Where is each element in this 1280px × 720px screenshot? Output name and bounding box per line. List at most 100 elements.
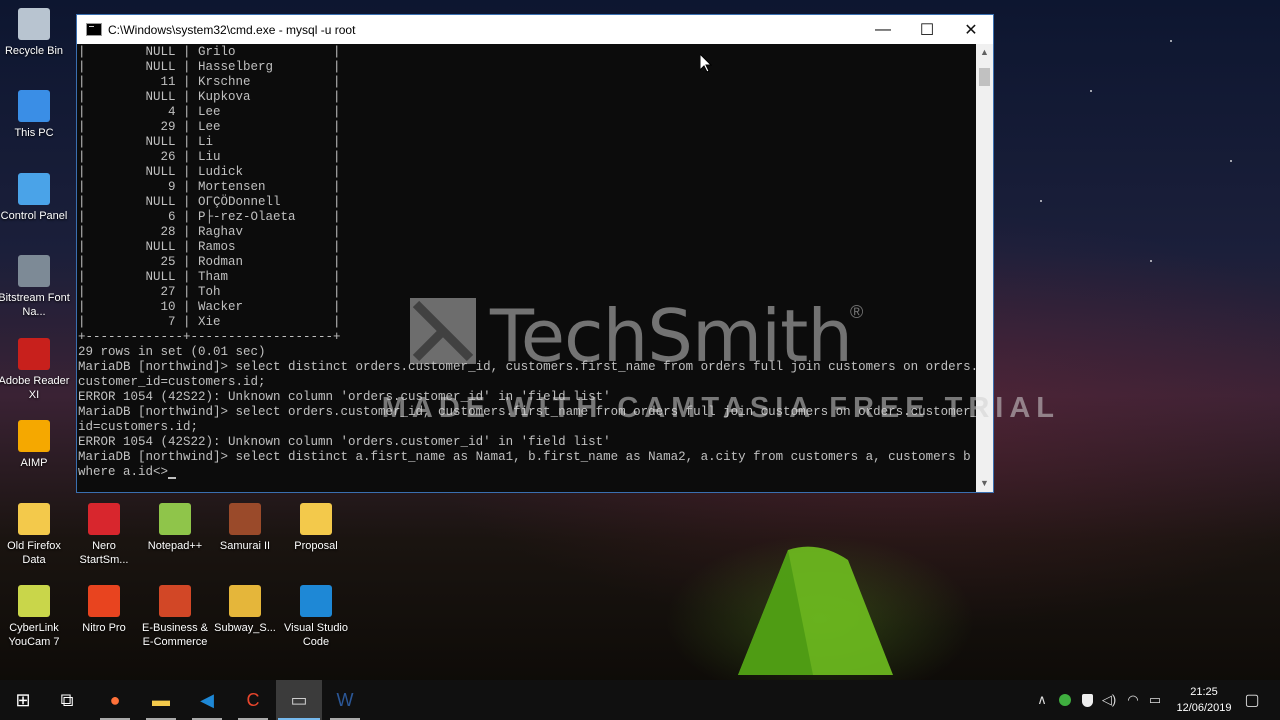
tray-wifi-icon[interactable]: ◠	[1124, 680, 1142, 720]
maximize-button[interactable]: ☐	[905, 15, 949, 44]
tray-battery-icon[interactable]: ▭	[1146, 680, 1164, 720]
desktop-icon-samurai-game[interactable]: Samurai II	[209, 503, 281, 553]
desktop-icon-font-navigator[interactable]: Bitstream Font Na...	[0, 255, 70, 319]
subway-surfers-icon	[229, 585, 261, 617]
file-explorer-icon[interactable]: ▬	[138, 680, 184, 720]
console-line: | 29 | Lee |	[78, 120, 341, 134]
action-center-icon[interactable]: ▢	[1240, 680, 1264, 720]
clock-date: 12/06/2019	[1176, 702, 1232, 714]
console-line: | 25 | Rodman |	[78, 255, 341, 269]
console-line: MariaDB [northwind]> select distinct a.f…	[78, 450, 971, 464]
console-line: | 4 | Lee |	[78, 105, 341, 119]
task-view-button[interactable]: ⧉	[44, 680, 90, 720]
desktop-icon-recycle-bin[interactable]: Recycle Bin	[0, 8, 70, 58]
folder-icon	[300, 503, 332, 535]
desktop-icon-aimp[interactable]: AIMP	[0, 420, 70, 470]
desktop-icon-label: Nero StartSm...	[79, 540, 129, 566]
word-icon[interactable]: W	[322, 680, 368, 720]
desktop-icon-label: Recycle Bin	[4, 45, 64, 57]
recycle-bin-icon	[18, 8, 50, 40]
powerpoint-file-icon	[159, 585, 191, 617]
desktop-icon-youcam[interactable]: CyberLink YouCam 7	[0, 585, 70, 649]
console-line: where a.id<>	[78, 465, 976, 480]
desktop-icon-control-panel[interactable]: Control Panel	[0, 173, 70, 223]
desktop-icon-label: CyberLink YouCam 7	[8, 622, 60, 648]
console-output[interactable]: | NULL | Grilo | | NULL | Hasselberg | | 1…	[77, 44, 976, 492]
desktop-icon-computer[interactable]: This PC	[0, 90, 70, 140]
tray-network-icon[interactable]	[1056, 680, 1074, 720]
camtasia-icon[interactable]: C	[230, 680, 276, 720]
close-button[interactable]: ✕	[949, 15, 993, 44]
nitro-pro-icon	[88, 585, 120, 617]
desktop-icon-label: Notepad++	[147, 540, 203, 552]
desktop-icon-folder[interactable]: Old Firefox Data	[0, 503, 70, 567]
console-line: | NULL | Li |	[78, 135, 341, 149]
vertical-scrollbar[interactable]: ▲ ▼	[976, 44, 993, 492]
console-line: ERROR 1054 (42S22): Unknown column 'orde…	[78, 390, 611, 404]
tray-chevron-icon[interactable]: ∧	[1034, 680, 1050, 720]
desktop-icon-nero[interactable]: Nero StartSm...	[68, 503, 140, 567]
console-line: | NULL | Tham |	[78, 270, 341, 284]
start-button[interactable]: ⊞	[0, 680, 46, 720]
console-line: customer_id=customers.id;	[78, 375, 266, 389]
console-line: MariaDB [northwind]> select distinct ord…	[78, 360, 976, 374]
desktop-icon-label: This PC	[14, 127, 54, 139]
tray-defender-icon[interactable]	[1078, 680, 1096, 720]
notepad-plus-plus-icon	[159, 503, 191, 535]
cmd-icon	[86, 23, 102, 36]
console-line: | NULL | Grilo |	[78, 45, 341, 59]
adobe-reader-icon	[18, 338, 50, 370]
desktop-icon-adobe-reader[interactable]: Adobe Reader XI	[0, 338, 70, 402]
console-line: | 11 | Krschne |	[78, 75, 341, 89]
desktop-icon-subway-surfers[interactable]: Subway_S...	[209, 585, 281, 635]
minimize-button[interactable]: —	[861, 15, 905, 44]
folder-icon	[18, 503, 50, 535]
desktop-icon-label: Subway_S...	[214, 622, 276, 634]
console-line: | 9 | Mortensen |	[78, 180, 341, 194]
nero-icon	[88, 503, 120, 535]
console-line: 29 rows in set (0.01 sec)	[78, 345, 266, 359]
computer-icon	[18, 90, 50, 122]
tray-volume-icon[interactable]: ◁)	[1100, 680, 1118, 720]
desktop-icon-label: Samurai II	[219, 540, 271, 552]
desktop-icon-label: Visual Studio Code	[283, 622, 348, 648]
scroll-down-arrow-icon[interactable]: ▼	[976, 475, 993, 492]
control-panel-icon	[18, 173, 50, 205]
window-titlebar[interactable]: C:\Windows\system32\cmd.exe - mysql -u r…	[77, 15, 993, 44]
aimp-icon	[18, 420, 50, 452]
scroll-up-arrow-icon[interactable]: ▲	[976, 44, 993, 61]
desktop-icon-nitro-pro[interactable]: Nitro Pro	[68, 585, 140, 635]
console-window[interactable]: C:\Windows\system32\cmd.exe - mysql -u r…	[76, 14, 994, 493]
console-line: +-------------+-------------------+	[78, 330, 341, 344]
mouse-pointer-icon	[699, 52, 713, 78]
scrollbar-thumb[interactable]	[979, 68, 990, 86]
console-line: | NULL | Hasselberg |	[78, 60, 341, 74]
firefox-icon[interactable]: ●	[92, 680, 138, 720]
console-line: | NULL | OΓÇÖDonnell |	[78, 195, 341, 209]
desktop-icon-label: Control Panel	[0, 210, 68, 222]
desktop-icon-label: Bitstream Font Na...	[0, 292, 70, 318]
font-navigator-icon	[18, 255, 50, 287]
desktop-icon-vscode[interactable]: Visual Studio Code	[280, 585, 352, 649]
window-title: C:\Windows\system32\cmd.exe - mysql -u r…	[108, 22, 356, 37]
taskbar: ⊞ ⧉ ● ▬ ◀ C ▭ W ∧ ◁) ◠ ▭ 21:25 12/06/2019 ▢	[0, 680, 1280, 720]
desktop-icon-label: AIMP	[20, 457, 48, 469]
text-cursor	[168, 477, 177, 479]
taskbar-clock[interactable]: 21:25 12/06/2019	[1168, 684, 1240, 716]
desktop-icon-notepad-plus-plus[interactable]: Notepad++	[139, 503, 211, 553]
console-line: | 6 | P├-rez-Olaeta |	[78, 210, 341, 224]
samurai-game-icon	[229, 503, 261, 535]
cmd-icon[interactable]: ▭	[276, 680, 322, 720]
desktop-icon-label: Old Firefox Data	[7, 540, 61, 566]
desktop-icon-label: E-Business & E-Commerce	[141, 622, 209, 648]
console-line: | 7 | Xie |	[78, 315, 341, 329]
vscode-icon	[300, 585, 332, 617]
console-line: ERROR 1054 (42S22): Unknown column 'orde…	[78, 435, 611, 449]
youcam-icon	[18, 585, 50, 617]
console-line: id=customers.id;	[78, 420, 199, 434]
desktop-icon-label: Proposal	[294, 540, 338, 552]
tent-image	[728, 540, 898, 680]
desktop-icon-folder[interactable]: Proposal	[280, 503, 352, 553]
desktop-icon-powerpoint-file[interactable]: E-Business & E-Commerce	[139, 585, 211, 649]
vscode-icon[interactable]: ◀	[184, 680, 230, 720]
